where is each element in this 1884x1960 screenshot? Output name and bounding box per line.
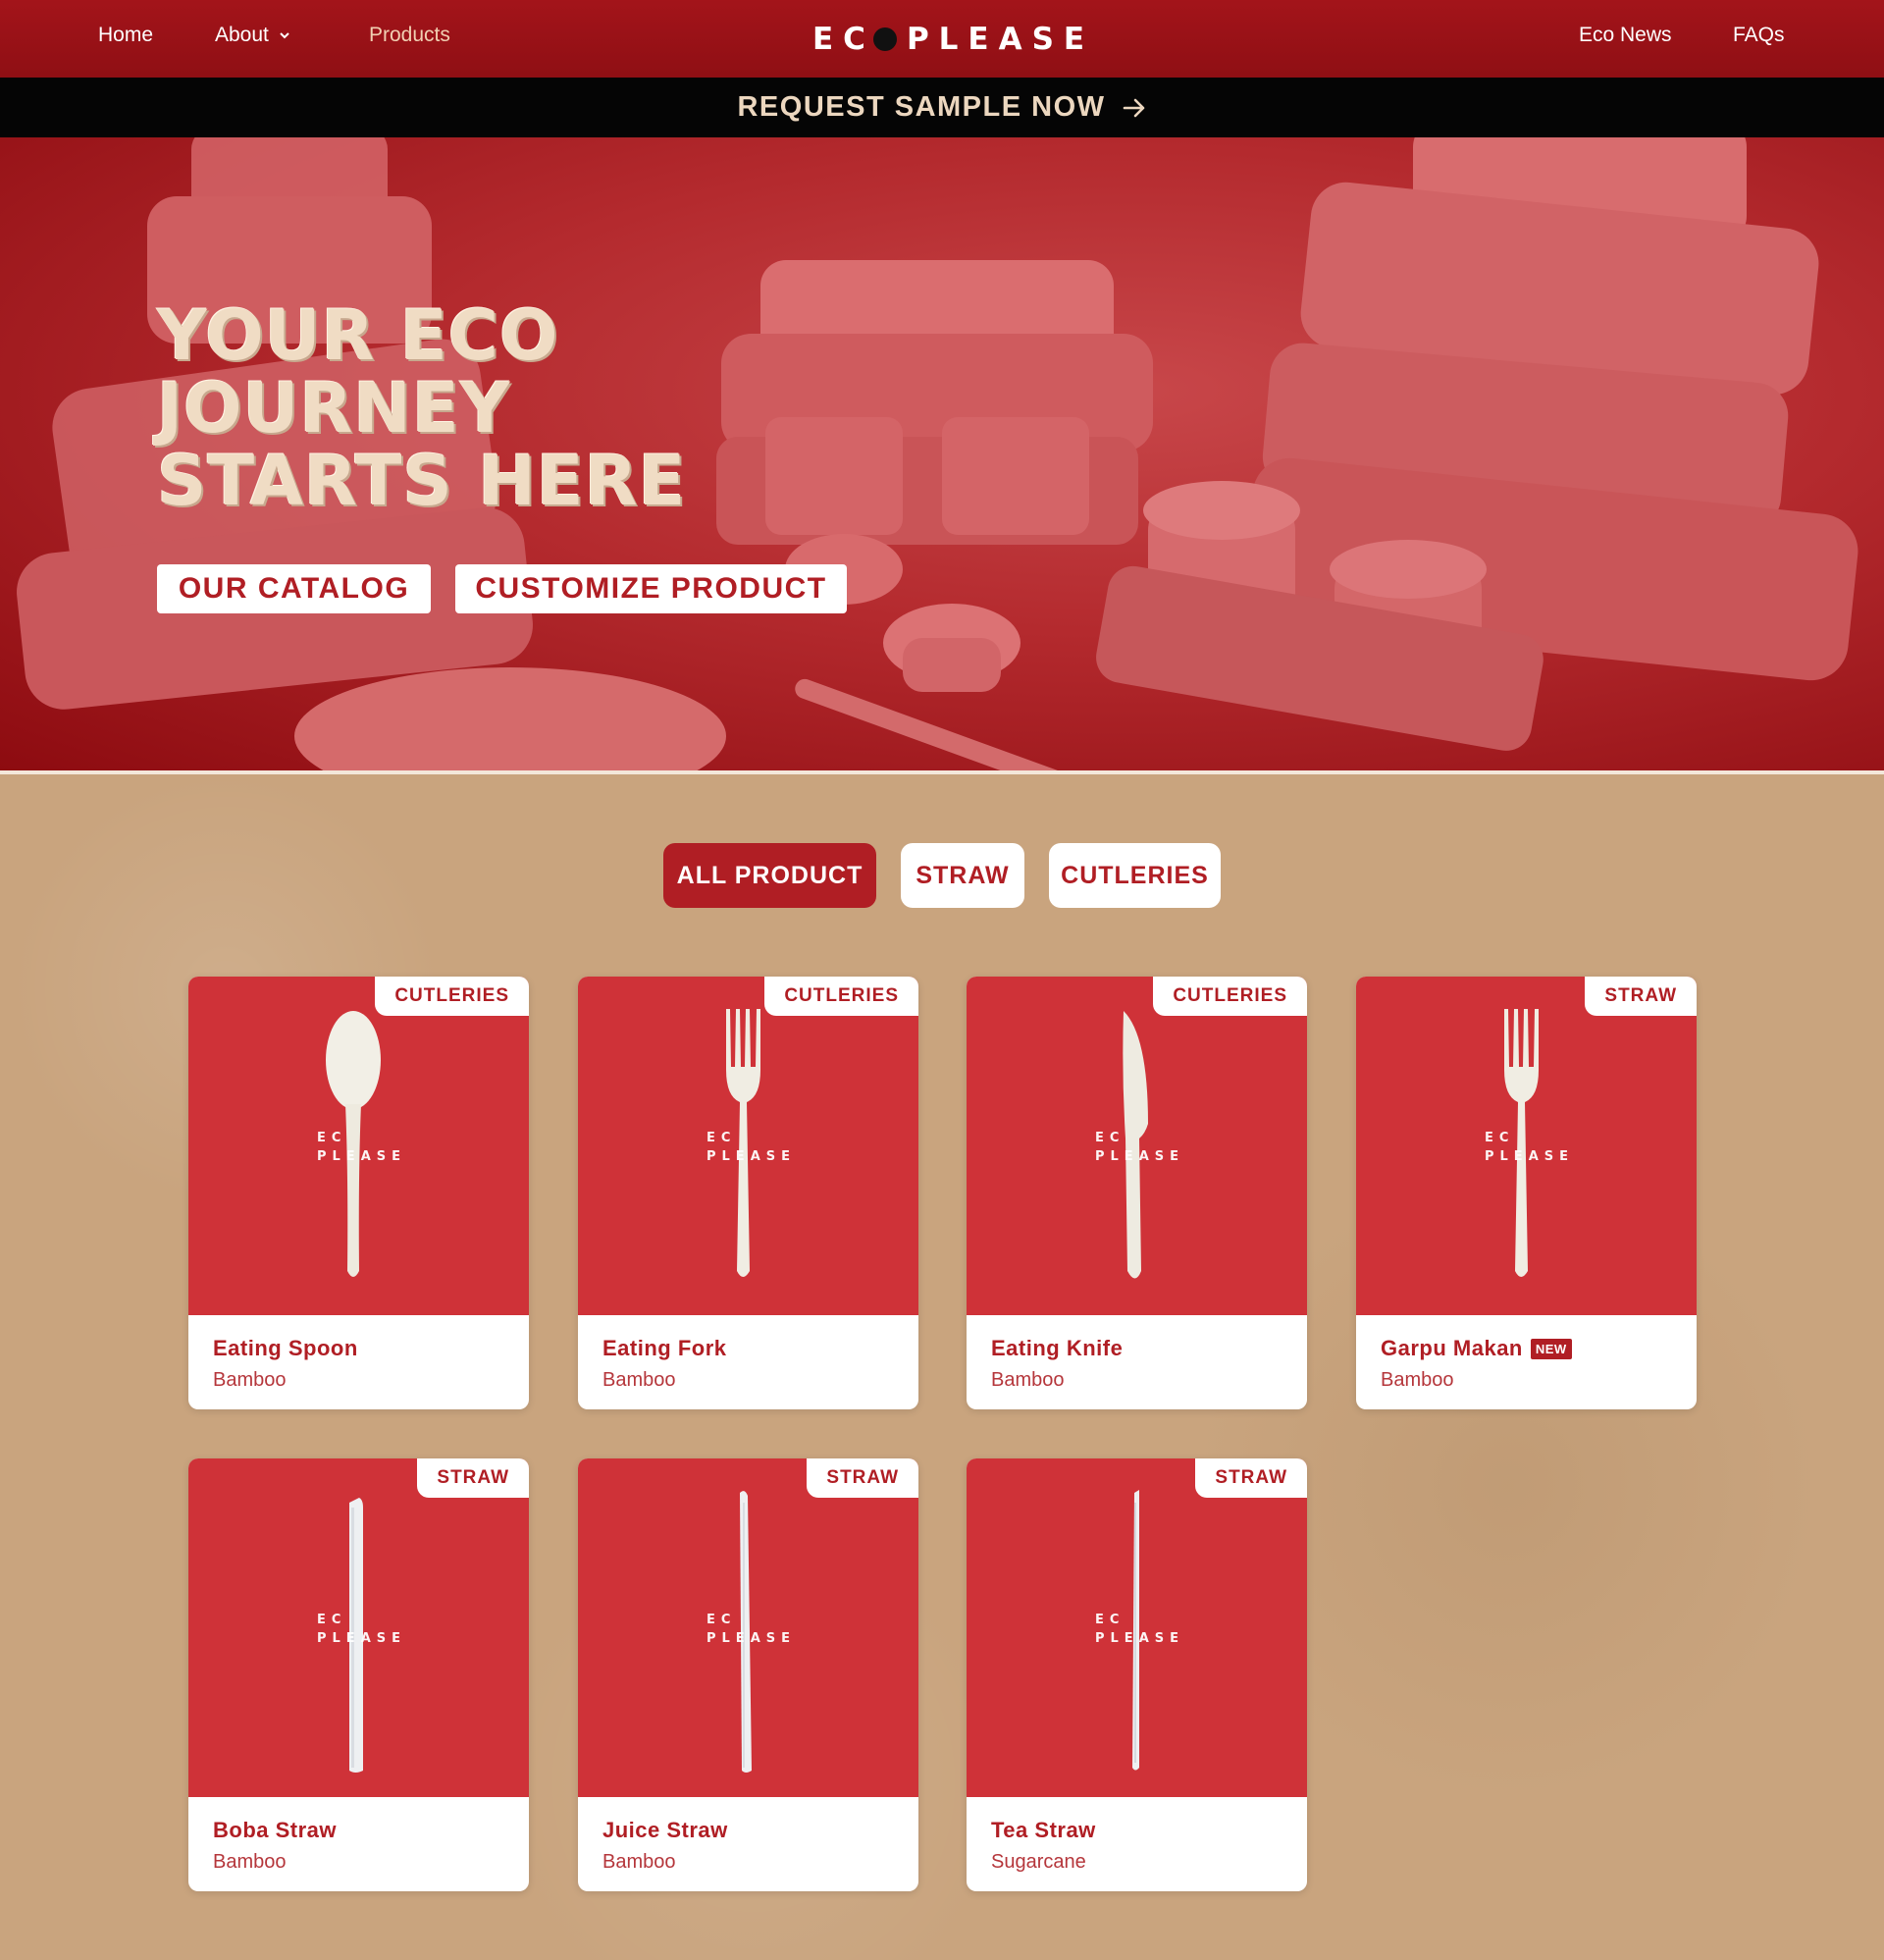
product-name: Tea Straw <box>991 1818 1096 1842</box>
product-card-boba-straw[interactable]: EC PLEASE STRAW Boba Straw Bamboo <box>188 1458 529 1891</box>
brand-watermark: EC PLEASE <box>1095 1613 1184 1646</box>
arrow-right-icon <box>1123 98 1144 117</box>
product-material: Bamboo <box>602 1851 676 1873</box>
product-card-eating-spoon[interactable]: EC PLEASE CUTLERIES Eating Spoon Bamboo <box>188 977 529 1409</box>
request-sample-label: REQUEST SAMPLE NOW <box>737 91 1106 123</box>
product-material: Bamboo <box>602 1369 676 1391</box>
filter-all-product-button[interactable]: ALL PRODUCT <box>663 843 876 908</box>
brand-logo-right: PLEASE <box>906 22 1095 57</box>
product-material: Bamboo <box>991 1369 1065 1391</box>
customize-product-button[interactable]: CUSTOMIZE PRODUCT <box>455 564 847 613</box>
product-material: Bamboo <box>1381 1369 1454 1391</box>
product-name: Eating Fork <box>602 1336 727 1360</box>
nav-home-link[interactable]: Home <box>98 24 153 47</box>
nav-eco-news-link[interactable]: Eco News <box>1579 24 1672 47</box>
category-tag: STRAW <box>1585 977 1697 1016</box>
category-tag: CUTLERIES <box>1153 977 1307 1016</box>
brand-watermark: EC PLEASE <box>706 1131 796 1164</box>
product-card-juice-straw[interactable]: EC PLEASE STRAW Juice Straw Bamboo <box>578 1458 918 1891</box>
product-name: Eating Knife <box>991 1336 1124 1360</box>
brand-watermark: EC PLEASE <box>1485 1131 1574 1164</box>
category-tag: CUTLERIES <box>764 977 918 1016</box>
nav-products-link[interactable]: Products <box>369 24 450 47</box>
request-sample-banner[interactable]: REQUEST SAMPLE NOW <box>0 78 1884 137</box>
hero-section: YOUR ECO JOURNEY STARTS HERE OUR CATALOG… <box>0 137 1884 770</box>
new-badge: NEW <box>1530 1338 1572 1359</box>
product-card-garpu-makan[interactable]: EC PLEASE STRAW Garpu Makan NEW Bamboo <box>1356 977 1697 1409</box>
product-card-eating-fork[interactable]: EC PLEASE CUTLERIES Eating Fork Bamboo <box>578 977 918 1409</box>
brand-watermark: EC PLEASE <box>317 1613 406 1646</box>
product-material: Bamboo <box>213 1369 287 1391</box>
hero-title-line-3: STARTS HERE <box>157 441 687 521</box>
product-material: Bamboo <box>213 1851 287 1873</box>
nav-faqs-link[interactable]: FAQs <box>1733 24 1785 47</box>
our-catalog-button[interactable]: OUR CATALOG <box>157 564 431 613</box>
hero-title-line-2: JOURNEY <box>157 368 511 449</box>
product-card-eating-knife[interactable]: EC PLEASE CUTLERIES Eating Knife Bamboo <box>967 977 1307 1409</box>
product-listing-section: ALL PRODUCT STRAW CUTLERIES EC PLEASE CUT… <box>0 774 1884 1960</box>
product-name: Garpu Makan NEW <box>1381 1336 1572 1361</box>
product-material: Sugarcane <box>991 1851 1086 1873</box>
brand-logo-dot-icon <box>872 27 897 51</box>
filter-cutleries-button[interactable]: CUTLERIES <box>1049 843 1221 908</box>
product-name: Boba Straw <box>213 1818 338 1842</box>
hero-title-line-1: YOUR ECO <box>157 295 559 376</box>
brand-watermark: EC PLEASE <box>706 1613 796 1646</box>
product-name: Juice Straw <box>602 1818 728 1842</box>
product-card-tea-straw[interactable]: EC PLEASE STRAW Tea Straw Sugarcane <box>967 1458 1307 1891</box>
top-navigation: Home About Products EC PLEASE Eco News F… <box>0 0 1884 78</box>
brand-watermark: EC PLEASE <box>317 1131 406 1164</box>
brand-logo[interactable]: EC PLEASE <box>812 20 1094 59</box>
brand-logo-left: EC <box>812 22 875 57</box>
hero-title: YOUR ECO JOURNEY STARTS HERE <box>157 299 785 517</box>
nav-about-label: About <box>215 24 269 46</box>
chevron-down-icon <box>280 32 289 39</box>
category-tag: STRAW <box>807 1458 918 1498</box>
brand-watermark: EC PLEASE <box>1095 1131 1184 1164</box>
product-name: Eating Spoon <box>213 1336 358 1360</box>
category-tag: CUTLERIES <box>375 977 529 1016</box>
filter-straw-button[interactable]: STRAW <box>901 843 1024 908</box>
category-tag: STRAW <box>417 1458 529 1498</box>
category-tag: STRAW <box>1195 1458 1307 1498</box>
nav-about-link[interactable]: About <box>215 24 290 47</box>
